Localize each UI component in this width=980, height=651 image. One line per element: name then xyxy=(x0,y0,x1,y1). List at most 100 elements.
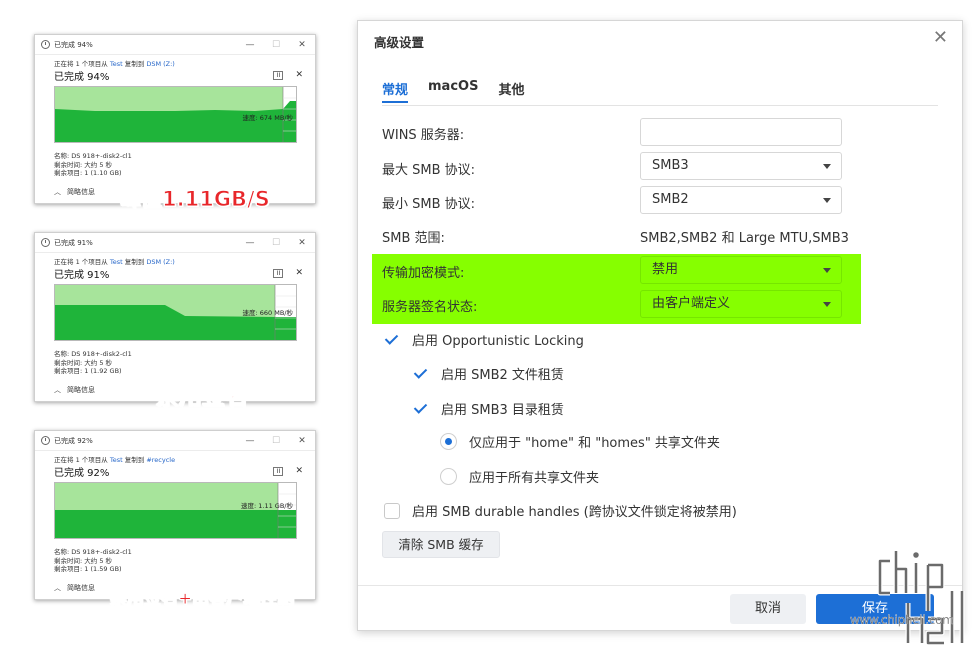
chevron-up-icon: ︿ xyxy=(54,385,61,394)
minimize-button[interactable]: — xyxy=(237,436,263,446)
cancel-button[interactable]: 取消 xyxy=(730,594,806,624)
radio-empty-icon xyxy=(440,468,457,485)
wins-server-label: WINS 服务器: xyxy=(382,128,465,143)
checkbox-empty-icon xyxy=(384,502,400,519)
max-smb-select[interactable]: SMB3 xyxy=(640,152,842,180)
speed-graph: 速度: 674 MB/秒 xyxy=(54,86,297,143)
source-link[interactable]: Test xyxy=(110,456,123,464)
copy-dialog-3: 已完成 92% — ☐ ✕ 正在将 1 个项目从 Test 复制到 #recyc… xyxy=(34,430,316,600)
dest-link[interactable]: DSM (Z:) xyxy=(146,60,175,68)
cancel-copy-button[interactable]: ✕ xyxy=(295,268,303,278)
smb3-lease-checkbox[interactable]: 启用 SMB3 目录租赁 xyxy=(413,399,564,418)
max-smb-label: 最大 SMB 协议: xyxy=(382,163,476,178)
radio-all-label: 应用于所有共享文件夹 xyxy=(469,471,600,486)
chiphell-watermark: www.chiphell.com xyxy=(850,545,975,646)
speed-graph-svg xyxy=(55,483,296,538)
minimize-button[interactable]: — xyxy=(237,40,263,50)
chevron-up-icon: ︿ xyxy=(54,187,61,196)
highlight-band: 传输加密模式: 禁用 服务器签名状态: 由客户端定义 xyxy=(372,254,861,324)
smb-range-label: SMB 范围: xyxy=(382,231,445,246)
time-remaining: 剩余时间: 大约 5 秒 xyxy=(54,556,113,565)
clock-icon xyxy=(41,436,50,445)
speed-readout: 速度: 1.11 GB/秒 xyxy=(241,502,293,510)
clear-smb-cache-button[interactable]: 清除 SMB 缓存 xyxy=(382,531,500,558)
oplock-checkbox[interactable]: 启用 Opportunistic Locking xyxy=(384,330,584,349)
items-remaining: 剩余项目: 1 (1.59 GB) xyxy=(54,565,122,573)
radio-selected-icon xyxy=(440,433,457,450)
maximize-button[interactable]: ☐ xyxy=(263,40,289,50)
close-button[interactable]: ✕ xyxy=(289,238,315,248)
source-link[interactable]: Test xyxy=(110,60,123,68)
dest-link[interactable]: #recycle xyxy=(146,456,175,464)
cancel-copy-button[interactable]: ✕ xyxy=(295,466,303,476)
copy-desc-mid: 复制到 xyxy=(124,60,145,68)
wins-server-input[interactable] xyxy=(640,118,842,146)
dropdown-caret-icon xyxy=(823,198,831,203)
smb2-lease-checkbox[interactable]: 启用 SMB2 文件租赁 xyxy=(413,364,564,383)
durable-handles-checkbox[interactable]: 启用 SMB durable handles (跨协议文件锁定将被禁用) xyxy=(384,501,737,520)
chevron-up-icon: ︿ xyxy=(54,583,61,592)
server-signing-select[interactable]: 由客户端定义 xyxy=(640,290,842,318)
copy-dialog-titlebar: 已完成 91% — ☐ ✕ xyxy=(35,233,315,253)
progress-percent: 已完成 91% xyxy=(54,269,110,281)
dropdown-caret-icon xyxy=(823,268,831,273)
tab-general[interactable]: 常规 xyxy=(382,79,409,103)
radio-home-label: 仅应用于 "home" 和 "homes" 共享文件夹 xyxy=(469,436,720,451)
radio-home-only[interactable]: 仅应用于 "home" 和 "homes" 共享文件夹 xyxy=(440,432,720,451)
smb2-lease-label: 启用 SMB2 文件租赁 xyxy=(441,368,564,383)
oplock-label: 启用 Opportunistic Locking xyxy=(412,334,584,349)
copy-info: 名称: DS 918+-disk2-cl1 剩余时间: 大约 5 秒 剩余项目:… xyxy=(54,152,303,178)
speed-readout: 速度: 660 MB/秒 xyxy=(242,309,294,317)
checkmark-icon xyxy=(413,401,429,417)
details-label: 简略信息 xyxy=(67,187,95,196)
checkmark-icon xyxy=(384,332,400,348)
dialog-close-icon[interactable]: ✕ xyxy=(933,27,948,48)
durable-handles-label: 启用 SMB durable handles (跨协议文件锁定将被禁用) xyxy=(412,505,737,520)
encrypt-mode-value: 禁用 xyxy=(652,262,679,277)
clock-icon xyxy=(41,238,50,247)
dest-link[interactable]: DSM (Z:) xyxy=(146,258,175,266)
pause-button[interactable]: II xyxy=(273,466,284,476)
screenshot-stage: 已完成 94% — ☐ ✕ 正在将 1 个项目从 Test 复制到 DSM (Z… xyxy=(0,0,980,651)
server-signing-value: 由客户端定义 xyxy=(652,296,731,311)
tab-other[interactable]: 其他 xyxy=(498,79,524,103)
close-button[interactable]: ✕ xyxy=(289,436,315,446)
cancel-copy-button[interactable]: ✕ xyxy=(295,70,303,80)
copy-desc-mid: 复制到 xyxy=(124,258,145,266)
smb-range-value: SMB2,SMB2 和 Large MTU,SMB3 xyxy=(640,231,849,246)
server-signing-label: 服务器签名状态: xyxy=(382,300,478,315)
settings-tabs: 常规 macOS 其他 xyxy=(382,79,544,103)
file-name: 名称: DS 918+-disk2-cl1 xyxy=(54,152,132,160)
min-smb-select[interactable]: SMB2 xyxy=(640,186,842,214)
progress-percent: 已完成 94% xyxy=(54,71,110,83)
maximize-button[interactable]: ☐ xyxy=(263,436,289,446)
minimize-button[interactable]: — xyxy=(237,238,263,248)
advanced-settings-dialog: 高级设置 ✕ 常规 macOS 其他 WINS 服务器: 最大 SMB 协议: … xyxy=(357,20,963,631)
dropdown-caret-icon xyxy=(823,302,831,307)
overlay-annotation-3: 禁用签名+由客户端控制 xyxy=(109,589,295,610)
pause-button[interactable]: II xyxy=(273,70,284,80)
chiphell-logo-icon xyxy=(877,550,965,646)
copy-dialog-titlebar: 已完成 94% — ☐ ✕ xyxy=(35,35,315,55)
items-remaining: 剩余项目: 1 (1.10 GB) xyxy=(54,169,122,177)
pause-button[interactable]: II xyxy=(273,268,284,278)
close-button[interactable]: ✕ xyxy=(289,40,315,50)
maximize-button[interactable]: ☐ xyxy=(263,238,289,248)
dropdown-caret-icon xyxy=(823,164,831,169)
progress-percent: 已完成 92% xyxy=(54,467,110,479)
copy-dialog-title: 已完成 92% xyxy=(54,436,93,445)
watermark-url: www.chiphell.com xyxy=(850,613,954,627)
overlay-annotation-1: 峰值1.11GB/S xyxy=(120,187,271,212)
radio-all-shares[interactable]: 应用于所有共享文件夹 xyxy=(440,467,599,486)
tab-divider xyxy=(382,105,938,106)
tab-macos[interactable]: macOS xyxy=(428,79,478,103)
speed-graph: 速度: 1.11 GB/秒 xyxy=(54,482,297,539)
copy-desc-mid: 复制到 xyxy=(124,456,145,464)
file-name: 名称: DS 918+-disk2-cl1 xyxy=(54,548,132,556)
overlay-annotation-2: 禁用签名 xyxy=(156,384,249,411)
clock-icon xyxy=(41,40,50,49)
source-link[interactable]: Test xyxy=(110,258,123,266)
encrypt-mode-select[interactable]: 禁用 xyxy=(640,256,842,284)
copy-dialog-1: 已完成 94% — ☐ ✕ 正在将 1 个项目从 Test 复制到 DSM (Z… xyxy=(34,34,316,204)
speed-trace xyxy=(55,510,296,538)
